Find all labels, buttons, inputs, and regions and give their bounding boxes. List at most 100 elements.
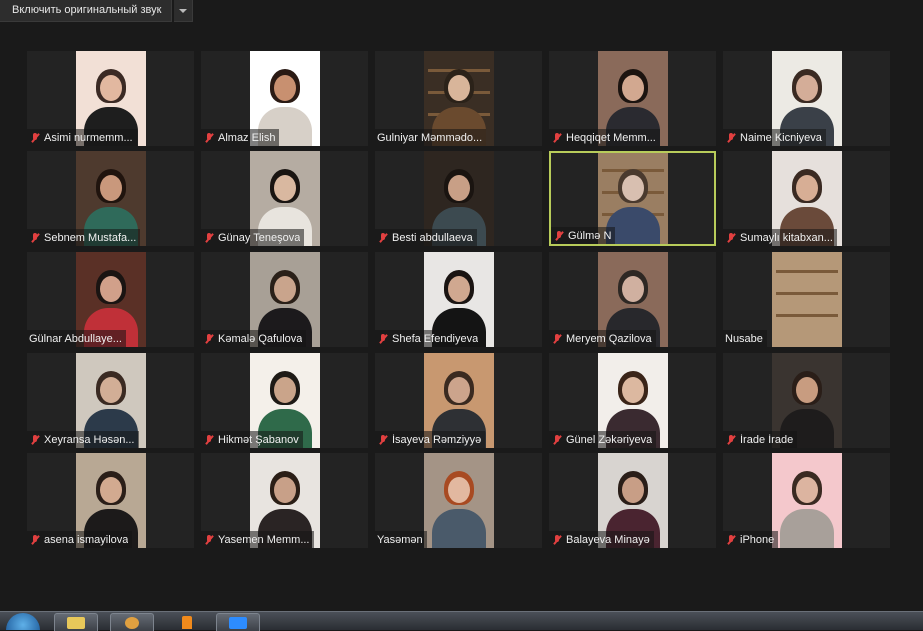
participant-tile[interactable]: Nusabe: [723, 252, 890, 347]
participant-name-label: İrade İrade: [723, 431, 798, 448]
mic-muted-icon: [725, 132, 737, 144]
participant-name-label: Nusabe: [723, 330, 767, 347]
participant-name: Gülmə N: [568, 229, 612, 242]
media-player-button[interactable]: [110, 613, 154, 631]
mic-muted-icon: [203, 232, 215, 244]
vlc-icon: [182, 616, 192, 629]
participant-name: Balayeva Minayə: [566, 533, 650, 546]
file-explorer-button[interactable]: [54, 613, 98, 631]
participant-name: asena ismayilova: [44, 533, 129, 546]
participant-name: İsayeva Rəmziyyə: [392, 433, 482, 446]
mic-muted-icon: [29, 132, 41, 144]
participant-tile[interactable]: iPhone: [723, 453, 890, 548]
participant-name: Asimi nurmemm...: [44, 131, 133, 144]
participant-tile[interactable]: Heqqiqet Memm...: [549, 51, 716, 146]
windows-start-icon[interactable]: [6, 613, 40, 630]
participant-tile[interactable]: Hikmət Şabanov: [201, 353, 368, 448]
mic-muted-icon: [377, 434, 389, 446]
file-explorer-icon: [67, 617, 85, 629]
participant-tile[interactable]: Balayeva Minayə: [549, 453, 716, 548]
participant-tile[interactable]: Günay Teneşova: [201, 151, 368, 246]
mic-muted-icon: [551, 132, 563, 144]
participant-tile[interactable]: Gülmə N: [549, 151, 716, 246]
participant-name: Shefa Efendiyeva: [392, 332, 479, 345]
enable-original-sound-button[interactable]: Включить оригинальный звук: [0, 0, 173, 22]
participant-tile[interactable]: Günel Zəkəriyeva: [549, 353, 716, 448]
participant-name: İrade İrade: [740, 433, 794, 446]
participant-name: Günel Zəkəriyeva: [566, 433, 653, 446]
mic-muted-icon: [551, 333, 563, 345]
participant-tile[interactable]: Yasemen Memm...: [201, 453, 368, 548]
participant-name-label: Yasemen Memm...: [201, 531, 314, 548]
participant-tile[interactable]: Gülnar Abdullaye...: [27, 252, 194, 347]
participant-name: Nusabe: [725, 332, 763, 345]
chevron-down-icon: [179, 8, 188, 13]
participant-name-label: Sumaylı kitabxan...: [723, 229, 837, 246]
participant-name-label: Hikmət Şabanov: [201, 431, 303, 448]
participant-name-label: Gülnar Abdullaye...: [27, 330, 126, 347]
mic-muted-icon: [725, 232, 737, 244]
participant-name-label: Asimi nurmemm...: [27, 129, 137, 146]
participant-tile[interactable]: Besti abdullaeva: [375, 151, 542, 246]
mic-muted-icon: [553, 230, 565, 242]
media-player-icon: [125, 617, 139, 629]
participant-name: Almaz Elish: [218, 131, 276, 144]
vlc-button[interactable]: [166, 613, 208, 630]
participant-tile[interactable]: Asimi nurmemm...: [27, 51, 194, 146]
participant-name-label: Meryem Qazilova: [549, 330, 656, 347]
participant-tile[interactable]: Shefa Efendiyeva: [375, 252, 542, 347]
mic-muted-icon: [725, 434, 737, 446]
mic-muted-icon: [551, 434, 563, 446]
participant-tile[interactable]: Naime Kicniyeva: [723, 51, 890, 146]
participant-name-label: Yasəmən: [375, 531, 427, 548]
mic-muted-icon: [203, 534, 215, 546]
audio-toolbar: Включить оригинальный звук: [0, 0, 194, 22]
participant-tile[interactable]: Sumaylı kitabxan...: [723, 151, 890, 246]
participant-tile[interactable]: Sebnem Mustafa...: [27, 151, 194, 246]
participant-name: Gulniyar Məmmədo...: [377, 131, 483, 144]
zoom-button[interactable]: [216, 613, 260, 631]
participant-tile[interactable]: Meryem Qazilova: [549, 252, 716, 347]
participant-name-label: Sebnem Mustafa...: [27, 229, 141, 246]
participant-name-label: iPhone: [723, 531, 779, 548]
participant-name-label: Gulniyar Məmmədo...: [375, 129, 487, 146]
mic-muted-icon: [551, 534, 563, 546]
mic-muted-icon: [725, 534, 737, 546]
participant-name: Meryem Qazilova: [566, 332, 652, 345]
participant-name-label: Shefa Efendiyeva: [375, 330, 483, 347]
zoom-icon: [229, 617, 247, 629]
participant-name: Naime Kicniyeva: [740, 131, 822, 144]
participant-name: Sebnem Mustafa...: [44, 231, 137, 244]
participant-name: Yasəmən: [377, 533, 423, 546]
participant-name-label: Besti abdullaeva: [375, 229, 477, 246]
participant-tile[interactable]: Xeyransa Həsən...: [27, 353, 194, 448]
participant-name-label: Günel Zəkəriyeva: [549, 431, 657, 448]
participant-name-label: Balayeva Minayə: [549, 531, 654, 548]
windows-taskbar: [0, 611, 923, 631]
participant-tile[interactable]: Gulniyar Məmmədo...: [375, 51, 542, 146]
mic-muted-icon: [377, 333, 389, 345]
participant-video: [423, 453, 494, 548]
mic-muted-icon: [203, 333, 215, 345]
participant-tile[interactable]: İsayeva Rəmziyyə: [375, 353, 542, 448]
participant-name: Sumaylı kitabxan...: [740, 231, 833, 244]
participant-name-label: Kəmalə Qafulova: [201, 330, 307, 347]
participant-tile[interactable]: asena ismayilova: [27, 453, 194, 548]
participant-tile[interactable]: Yasəmən: [375, 453, 542, 548]
participant-name-label: Günay Teneşova: [201, 229, 305, 246]
participant-name: Hikmət Şabanov: [218, 433, 299, 446]
participant-tile[interactable]: Kəmalə Qafulova: [201, 252, 368, 347]
mic-muted-icon: [377, 232, 389, 244]
participant-name: Heqqiqet Memm...: [566, 131, 656, 144]
participant-name: Yasemen Memm...: [218, 533, 310, 546]
participant-tile[interactable]: Almaz Elish: [201, 51, 368, 146]
participant-name-label: Xeyransa Həsən...: [27, 431, 139, 448]
mic-muted-icon: [29, 232, 41, 244]
audio-options-dropdown[interactable]: [174, 0, 194, 22]
participant-name-label: asena ismayilova: [27, 531, 133, 548]
mic-muted-icon: [203, 132, 215, 144]
participant-name: Gülnar Abdullaye...: [29, 332, 122, 345]
participant-tile[interactable]: İrade İrade: [723, 353, 890, 448]
participant-name: Besti abdullaeva: [392, 231, 473, 244]
participant-name-label: Almaz Elish: [201, 129, 280, 146]
